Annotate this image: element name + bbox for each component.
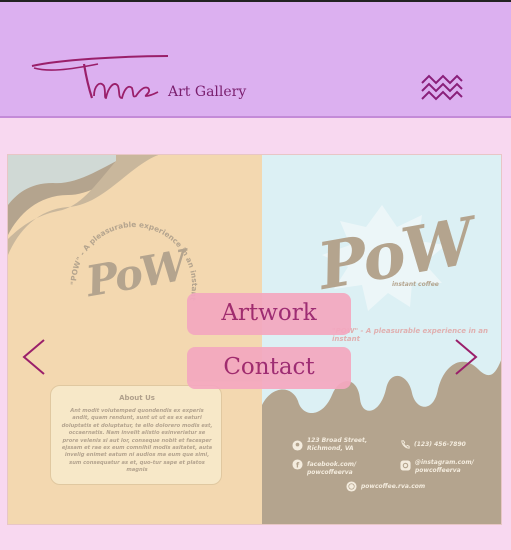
artwork-button[interactable]: Artwork	[187, 293, 351, 335]
facebook-link: facebook.com/ powcoffeerva	[307, 461, 357, 476]
facebook-icon: f	[292, 459, 303, 470]
about-card: About Us Ant modit volutemped quondendis…	[50, 385, 222, 485]
instagram-icon	[400, 460, 411, 471]
chevron-left-icon[interactable]	[20, 338, 48, 376]
brand-subtitle: Art Gallery	[168, 84, 247, 100]
contact-button[interactable]: Contact	[187, 347, 351, 389]
instagram-link: @instagram.com/ powcoffeerva	[415, 459, 474, 474]
address: 123 Broad Street, Richmond, VA	[307, 437, 368, 452]
zigzag-menu-icon[interactable]	[421, 74, 463, 102]
phone-icon	[401, 440, 410, 449]
about-title: About Us	[119, 394, 155, 402]
pow-subtitle: instant coffee	[392, 281, 439, 288]
site-header: Art Gallery	[0, 2, 511, 118]
about-text: Ant modit volutemped quondendis ex exper…	[61, 408, 213, 474]
image-slider[interactable]: "POW" - A pleasurable experience in an i…	[7, 154, 502, 525]
logo[interactable]	[28, 50, 168, 106]
chevron-right-icon[interactable]	[452, 338, 480, 376]
phone-number: (123) 456-7890	[414, 441, 466, 448]
website-link: powcoffee.rva.com	[361, 483, 426, 490]
globe-icon	[346, 481, 357, 492]
location-pin-icon	[292, 440, 303, 451]
